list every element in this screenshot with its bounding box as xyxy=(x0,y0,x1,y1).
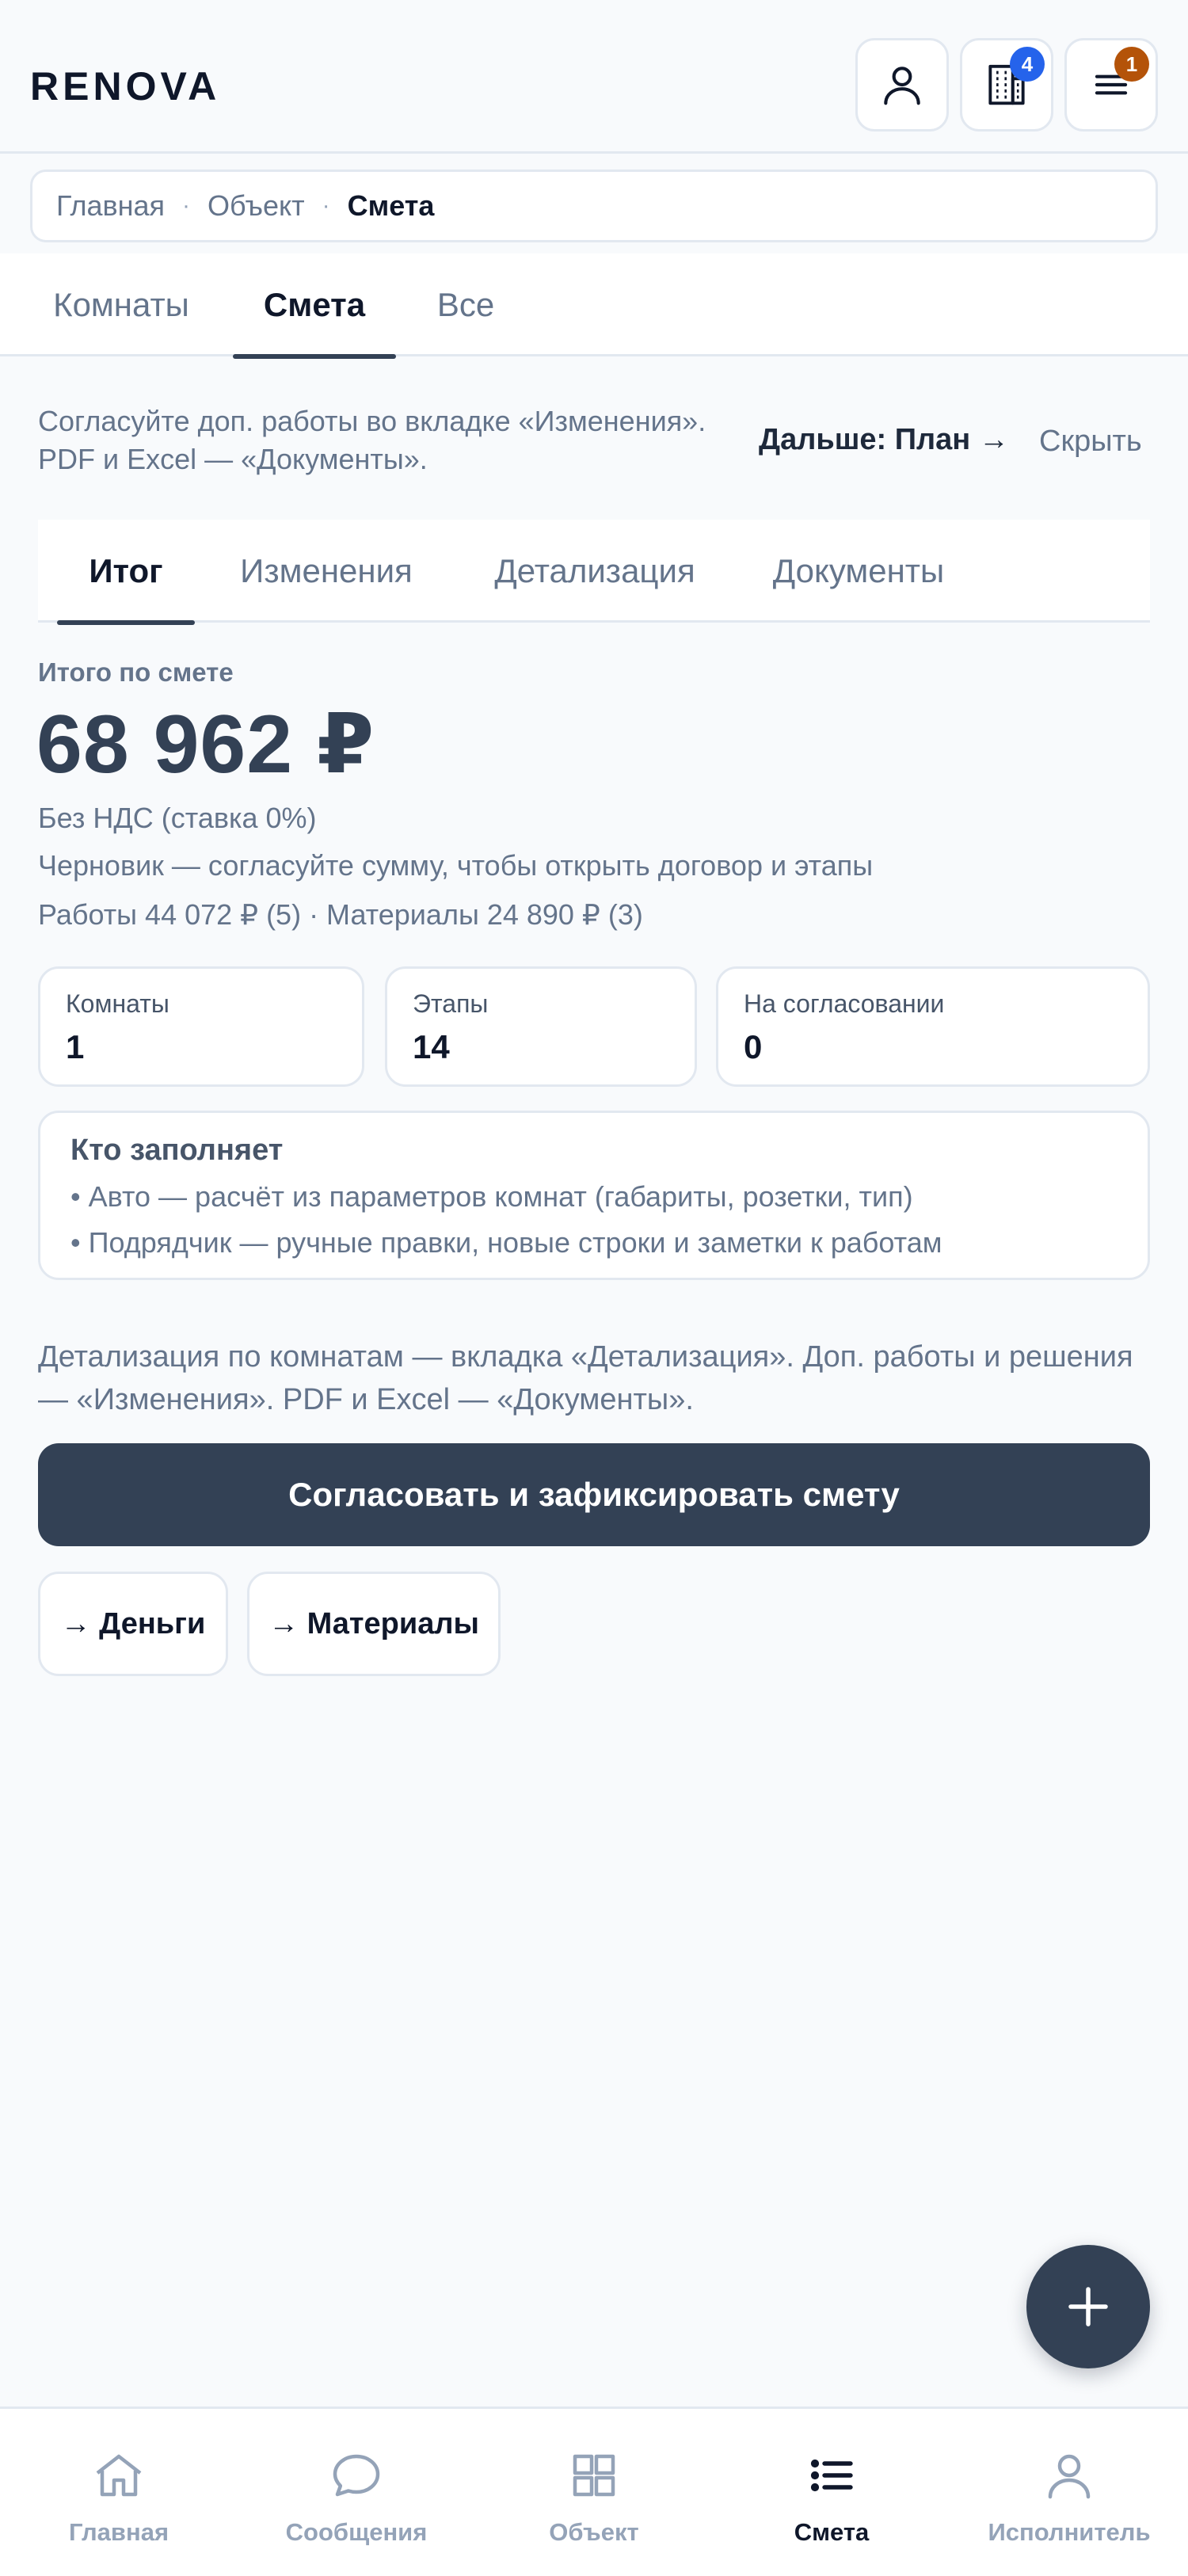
nav-label: Главная xyxy=(68,2518,169,2546)
grid-icon xyxy=(573,2454,615,2497)
home-icon xyxy=(96,2454,142,2497)
estimate-screen: RENOVA 4 1 Главная · Объект · Смета Комн… xyxy=(0,0,1188,2576)
breadcrumb-object[interactable]: Объект xyxy=(208,189,305,223)
menu-notification-badge: 1 xyxy=(1114,47,1149,82)
user-icon xyxy=(884,67,920,105)
total-label: Итого по смете xyxy=(38,657,234,687)
stat-label: Комнаты xyxy=(66,989,169,1018)
subtab-total[interactable]: Итог xyxy=(57,520,195,625)
app-logo: RENOVA xyxy=(30,64,221,109)
menu-button[interactable]: 1 xyxy=(1064,38,1158,131)
who-fills-line: • Авто — расчёт из параметров комнат (га… xyxy=(70,1180,913,1213)
breadcrumb: Главная · Объект · Смета xyxy=(30,170,1158,242)
nav-label: Исполнитель xyxy=(988,2518,1151,2546)
plus-icon xyxy=(1068,2287,1108,2326)
nav-label: Сообщения xyxy=(285,2518,428,2546)
who-fills-line: • Подрядчик — ручные правки, новые строк… xyxy=(70,1226,942,1259)
stat-label: На согласовании xyxy=(744,989,945,1018)
tab-estimate[interactable]: Смета xyxy=(233,253,396,359)
buildings-count-badge: 4 xyxy=(1010,47,1045,82)
breadcrumb-current: Смета xyxy=(347,189,435,222)
materials-button[interactable]: → Материалы xyxy=(247,1572,501,1676)
subtab-changes[interactable]: Изменения xyxy=(231,520,421,623)
breadcrumb-separator: · xyxy=(182,192,191,219)
nav-contractor[interactable]: Исполнитель xyxy=(950,2409,1188,2576)
add-fab-button[interactable] xyxy=(1026,2245,1150,2368)
breadcrumb-home[interactable]: Главная xyxy=(56,189,165,223)
tab-rooms[interactable]: Комнаты xyxy=(48,253,195,356)
stat-card-stages: Этапы 14 xyxy=(385,966,697,1087)
nav-estimate[interactable]: Смета xyxy=(713,2409,950,2576)
cost-breakdown: Работы 44 072 ₽ (5) · Материалы 24 890 ₽… xyxy=(38,898,643,931)
draft-status: Черновик — согласуйте сумму, чтобы откры… xyxy=(38,849,874,882)
who-fills-title: Кто заполняет xyxy=(70,1134,284,1167)
total-amount: 68 962 ₽ xyxy=(36,699,375,791)
stat-value: 14 xyxy=(413,1028,450,1065)
subtab-details[interactable]: Детализация xyxy=(482,520,708,623)
nav-messages[interactable]: Сообщения xyxy=(238,2409,475,2576)
list-icon xyxy=(810,2459,853,2492)
main-tabs: Комнаты Смета Все xyxy=(0,253,1188,359)
nav-home[interactable]: Главная xyxy=(0,2409,238,2576)
buildings-button[interactable]: 4 xyxy=(960,38,1053,131)
estimate-sub-tabs: Итог Изменения Детализация Документы xyxy=(38,520,1150,625)
money-button[interactable]: → Деньги xyxy=(38,1572,228,1676)
stat-value: 0 xyxy=(744,1028,763,1065)
bottom-navigation: Главная Сообщения Объект Смета Исполните… xyxy=(0,2406,1188,2576)
nav-label: Смета xyxy=(794,2518,870,2546)
app-header: RENOVA 4 1 xyxy=(0,0,1188,154)
vat-info: Без НДС (ставка 0%) xyxy=(38,802,317,834)
chat-icon xyxy=(333,2454,380,2497)
stat-card-pending: На согласовании 0 xyxy=(716,966,1150,1087)
nav-object[interactable]: Объект xyxy=(475,2409,713,2576)
detail-hint-text: Детализация по комнатам — вкладка «Детал… xyxy=(38,1340,1133,1416)
subtab-documents[interactable]: Документы xyxy=(760,520,957,623)
tab-all[interactable]: Все xyxy=(434,253,497,356)
next-plan-link[interactable]: Дальше: План → xyxy=(759,423,1009,457)
approve-estimate-button[interactable]: Согласовать и зафиксировать смету xyxy=(38,1443,1150,1546)
stat-card-rooms: Комнаты 1 xyxy=(38,966,364,1087)
hint-text: Согласуйте доп. работы во вкладке «Измен… xyxy=(38,405,706,475)
nav-label: Объект xyxy=(549,2518,639,2546)
person-icon xyxy=(1048,2454,1091,2499)
profile-button[interactable] xyxy=(855,38,949,131)
stat-value: 1 xyxy=(66,1028,85,1065)
who-fills-card: Кто заполняет • Авто — расчёт из парамет… xyxy=(38,1111,1150,1280)
stat-label: Этапы xyxy=(413,989,489,1018)
breadcrumb-separator: · xyxy=(322,192,330,219)
hide-hint-link[interactable]: Скрыть xyxy=(1039,425,1142,459)
